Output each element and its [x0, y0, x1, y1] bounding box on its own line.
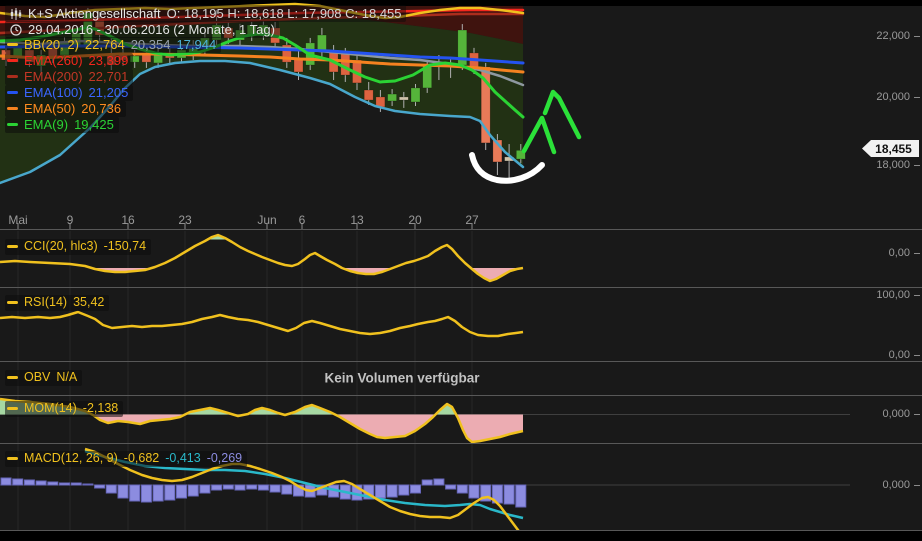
trading-chart-window: K+S Aktiengesellschaft O: 18,195 H: 18,6…	[0, 0, 922, 541]
obv-line-swatch	[7, 376, 18, 379]
legend-value: 22,701	[89, 70, 129, 83]
axis-tick	[914, 295, 920, 296]
axis-tick	[914, 36, 920, 37]
instrument-title: K+S Aktiengesellschaft	[28, 7, 161, 20]
axis-label: 0,00	[889, 247, 920, 259]
no-volume-message: Kein Volumen verfügbar	[324, 371, 479, 385]
date-tick-label: 23	[178, 213, 191, 227]
panel-value: -0,269	[207, 452, 242, 465]
legend-value: 17,944	[176, 38, 216, 51]
legend-value: 19,425	[74, 118, 114, 131]
axis-label: 22,000	[876, 30, 920, 42]
legend-item-ema260[interactable]: EMA(260) 23,399	[5, 53, 133, 69]
axis-tick	[914, 165, 920, 166]
date-tick-label: Jun	[257, 213, 276, 227]
legend-label: EMA(50)	[24, 102, 75, 115]
axis-tick	[914, 253, 920, 254]
axis-label: 0,000	[882, 479, 920, 491]
ema200-line-swatch	[7, 75, 18, 78]
legend-item-bb[interactable]: BB(20, 2) 22,764 20,354 17,944	[5, 37, 221, 53]
ema100-line-swatch	[7, 91, 18, 94]
legend-value: 20,736	[81, 102, 121, 115]
date-tick-label: 20	[408, 213, 421, 227]
panel-label: MOM(14)	[24, 402, 77, 415]
panel-value: -150,74	[104, 240, 146, 253]
bb-line-swatch	[7, 43, 18, 46]
panel-value: -2,138	[83, 402, 118, 415]
panel-value: N/A	[56, 371, 77, 384]
panel-value: -0,413	[165, 452, 200, 465]
panel-label: MACD(12, 26, 9)	[24, 452, 118, 465]
ema260-line-swatch	[7, 59, 18, 62]
axis-tick	[914, 485, 920, 486]
panel-label: RSI(14)	[24, 296, 67, 309]
date-tick-label: 16	[121, 213, 134, 227]
last-price-value: 18,455	[875, 143, 912, 155]
mom-line-swatch	[7, 407, 18, 410]
legend-item-ema9[interactable]: EMA(9) 19,425	[5, 117, 119, 133]
legend-label: EMA(260)	[24, 54, 83, 67]
legend-label: BB(20, 2)	[24, 38, 79, 51]
ema9-line-swatch	[7, 123, 18, 126]
clock-icon	[9, 23, 22, 36]
legend-label: EMA(100)	[24, 86, 83, 99]
panel-value: -0,682	[124, 452, 159, 465]
axis-label: 18,000	[876, 159, 920, 171]
legend-item-ema100[interactable]: EMA(100) 21,205	[5, 85, 133, 101]
date-range-row: 29.04.2016 - 30.06.2016 (2 Monate, 1 Tag…	[5, 21, 279, 38]
legend-item-ema200[interactable]: EMA(200) 22,701	[5, 69, 133, 85]
legend-value: 22,764	[85, 38, 125, 51]
panel-label-cci[interactable]: CCI(20, hlc3) -150,74	[5, 239, 151, 255]
legend-value: 23,399	[89, 54, 129, 67]
panel-label-macd[interactable]: MACD(12, 26, 9) -0,682 -0,413 -0,269	[5, 451, 247, 467]
panel-label: CCI(20, hlc3)	[24, 240, 98, 253]
date-tick-label: 27	[465, 213, 478, 227]
axis-label: 20,000	[876, 91, 920, 103]
macd-line-swatch	[7, 457, 18, 460]
date-tick-label: 9	[67, 213, 74, 227]
panel-label-obv[interactable]: OBV N/A	[5, 370, 82, 386]
legend-label: EMA(9)	[24, 118, 68, 131]
date-tick-label: 6	[299, 213, 306, 227]
cci-line-swatch	[7, 245, 18, 248]
axis-label: 0,000	[882, 408, 920, 420]
axis-label: 100,00	[876, 289, 920, 301]
date-tick-label: Mai	[8, 213, 27, 227]
panel-label: OBV	[24, 371, 50, 384]
axis-tick	[914, 414, 920, 415]
date-tick-label: 13	[350, 213, 363, 227]
candlestick-icon	[9, 7, 22, 20]
legend-label: EMA(200)	[24, 70, 83, 83]
date-range-label: 29.04.2016 - 30.06.2016 (2 Monate, 1 Tag…	[28, 23, 275, 36]
last-price-tag: 18,455	[862, 140, 919, 157]
axis-label: 0,00	[889, 349, 920, 361]
legend-value: 20,354	[131, 38, 171, 51]
ema50-line-swatch	[7, 107, 18, 110]
rsi-line-swatch	[7, 301, 18, 304]
ohlc-readout: O: 18,195 H: 18,618 L: 17,908 C: 18,455	[167, 7, 402, 20]
panel-label-rsi[interactable]: RSI(14) 35,42	[5, 295, 109, 311]
panel-label-mom[interactable]: MOM(14) -2,138	[5, 401, 123, 417]
instrument-header: K+S Aktiengesellschaft O: 18,195 H: 18,6…	[5, 5, 406, 22]
axis-tick	[914, 97, 920, 98]
legend-item-ema50[interactable]: EMA(50) 20,736	[5, 101, 126, 117]
axis-tick	[914, 355, 920, 356]
panel-value: 35,42	[73, 296, 104, 309]
legend-value: 21,205	[89, 86, 129, 99]
